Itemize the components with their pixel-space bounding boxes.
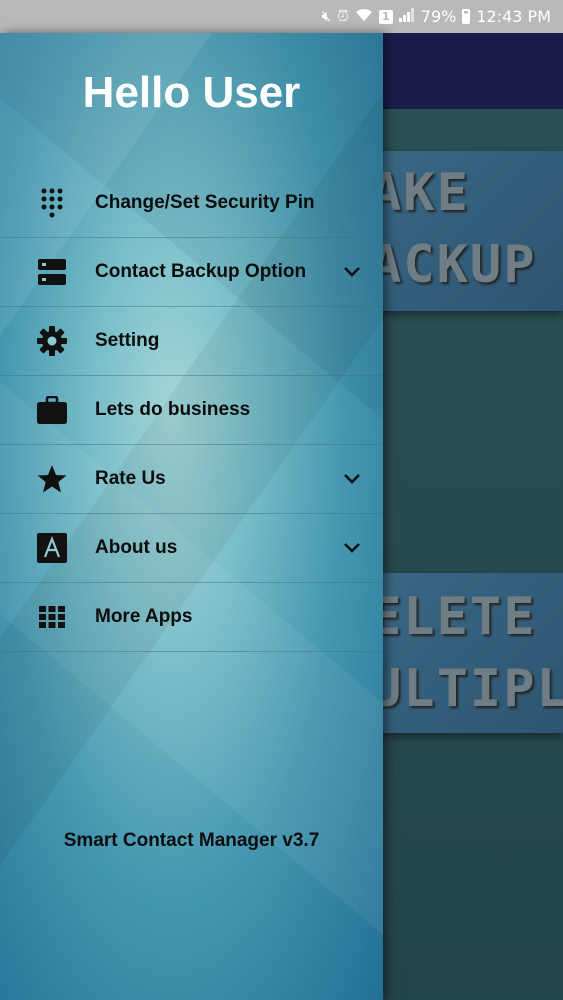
navigation-drawer: Hello User Change/Set Security Pin Conta… <box>0 33 383 1000</box>
menu-item-label: Lets do business <box>95 399 251 420</box>
status-bar: 🔇︎ ⏰︎ 1 79% 12:43 PM <box>0 0 563 33</box>
dialpad-icon <box>37 188 67 218</box>
menu-item-rate-us[interactable]: Rate Us <box>0 445 383 514</box>
banner-text-line: AKE <box>370 163 470 223</box>
menu-item-business[interactable]: Lets do business <box>0 376 383 445</box>
app-version-label: Smart Contact Manager v3.7 <box>63 830 320 851</box>
drawer-header-title: Hello User <box>82 68 301 117</box>
battery-icon <box>462 9 471 24</box>
star-icon <box>37 464 67 494</box>
drawer-menu: Change/Set Security Pin Contact Backup O… <box>0 169 383 652</box>
menu-item-security-pin[interactable]: Change/Set Security Pin <box>0 169 383 238</box>
banner-text-line: ACKUP <box>370 235 537 295</box>
menu-item-about-us[interactable]: About us <box>0 514 383 583</box>
clock: 12:43 PM <box>476 7 551 26</box>
chevron-down-icon[interactable] <box>341 536 363 558</box>
menu-item-label: Rate Us <box>95 468 166 489</box>
menu-item-label: About us <box>95 537 178 558</box>
menu-item-contact-backup[interactable]: Contact Backup Option <box>0 238 383 307</box>
apps-grid-icon <box>37 602 67 632</box>
menu-item-label: More Apps <box>95 606 193 627</box>
banner-text-line: ELETE <box>370 587 537 647</box>
mute-icon: 🔇︎ <box>321 7 332 25</box>
menu-item-more-apps[interactable]: More Apps <box>0 583 383 652</box>
menu-item-label: Setting <box>95 330 160 351</box>
briefcase-icon <box>37 395 67 425</box>
notification-badge: 1 <box>378 9 393 24</box>
chevron-down-icon[interactable] <box>341 260 363 282</box>
menu-item-label: Contact Backup Option <box>95 261 307 282</box>
menu-item-label: Change/Set Security Pin <box>95 192 315 213</box>
signal-icon <box>398 8 415 25</box>
menu-item-setting[interactable]: Setting <box>0 307 383 376</box>
banner-text-line: ULTIPLE <box>370 659 563 719</box>
storage-icon <box>37 257 67 287</box>
alarm-icon: ⏰︎ <box>337 7 349 25</box>
wifi-icon <box>355 8 373 25</box>
chevron-down-icon[interactable] <box>341 467 363 489</box>
gear-icon <box>37 326 67 356</box>
battery-percent: 79% <box>420 7 457 26</box>
letter-a-icon <box>37 533 67 563</box>
